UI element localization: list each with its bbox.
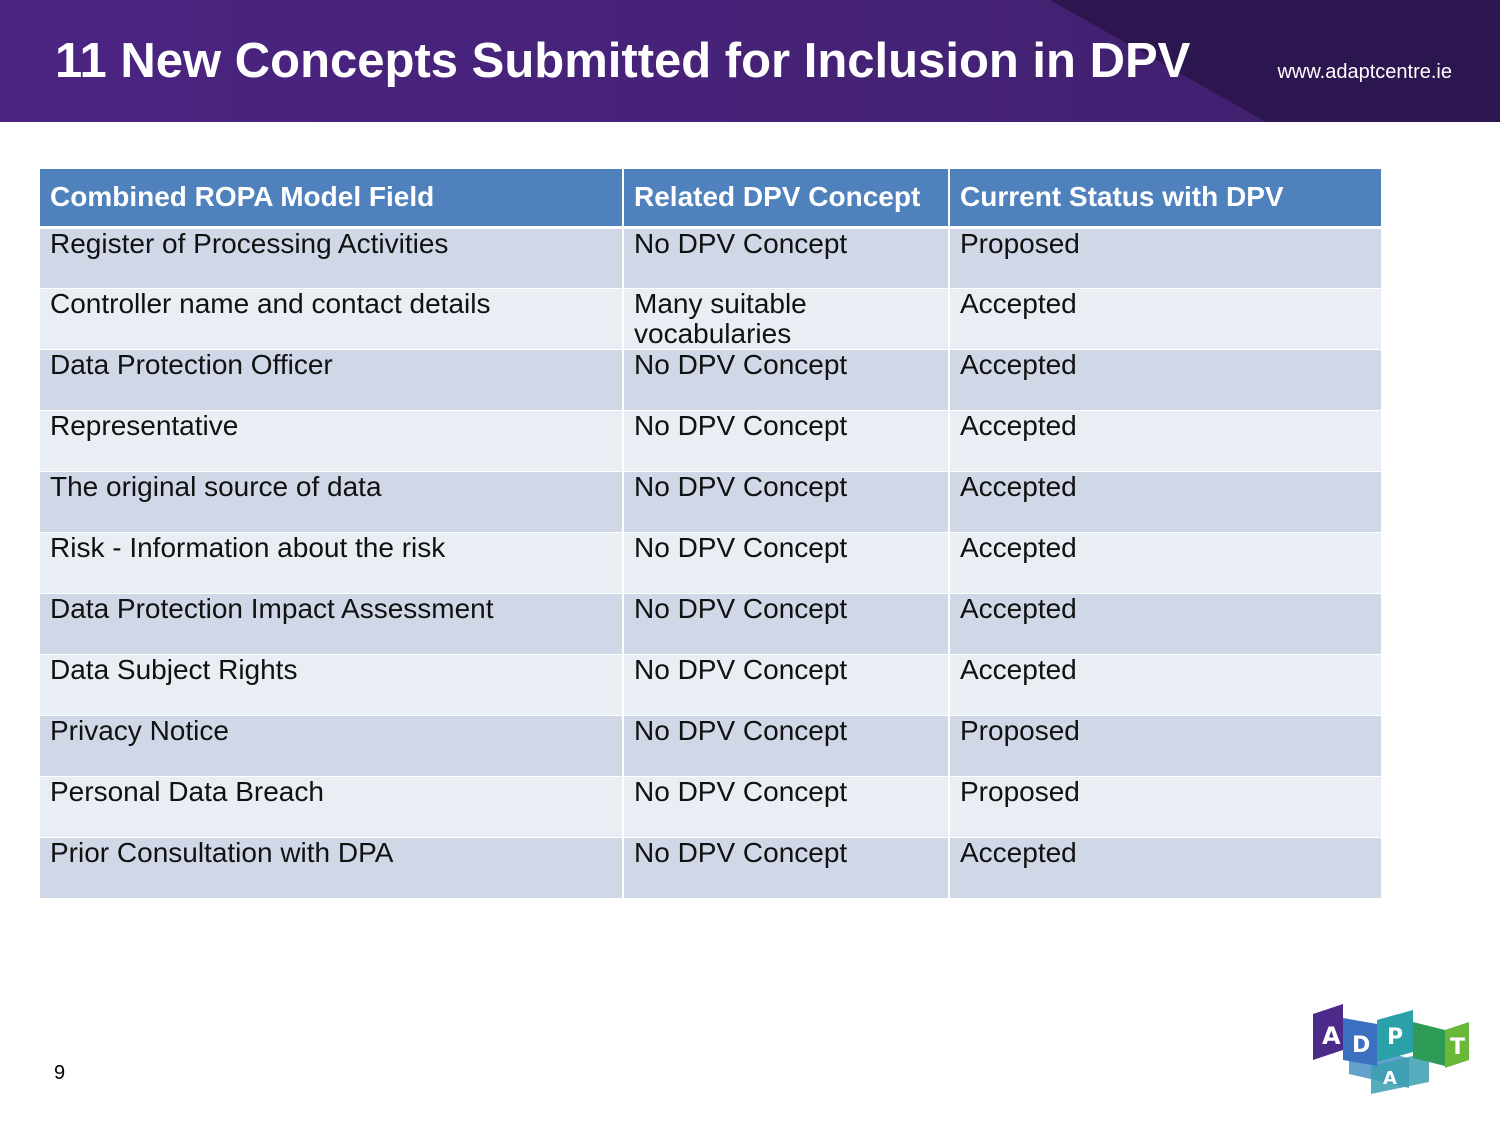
table-row: Representative No DPV Concept Accepted (40, 410, 1381, 472)
concepts-table: Combined ROPA Model Field Related DPV Co… (40, 169, 1381, 899)
table-row: Personal Data Breach No DPV Concept Prop… (40, 776, 1381, 838)
cell-ropa-field: Risk - Information about the risk (40, 532, 624, 594)
page-number: 9 (54, 1062, 66, 1084)
table-row: Risk - Information about the risk No DPV… (40, 532, 1381, 594)
table-header-row: Combined ROPA Model Field Related DPV Co… (40, 169, 1381, 229)
cell-dpv-concept: No DPV Concept (623, 776, 950, 838)
logo-letter-a2: A (1383, 1068, 1397, 1089)
cell-status: Accepted (949, 349, 1381, 411)
cell-dpv-concept: No DPV Concept (623, 349, 950, 411)
slide-header: 11 New Concepts Submitted for Inclusion … (0, 0, 1500, 122)
table-row: Data Protection Officer No DPV Concept A… (40, 349, 1381, 411)
logo-letter-a: A (1322, 1022, 1341, 1050)
cell-ropa-field: Data Protection Impact Assessment (40, 593, 624, 655)
column-header-status: Current Status with DPV (949, 169, 1381, 229)
table-row: The original source of data No DPV Conce… (40, 471, 1381, 533)
cell-ropa-field: Privacy Notice (40, 715, 624, 777)
column-header-ropa-field: Combined ROPA Model Field (40, 169, 624, 229)
logo-letter-d: D (1352, 1033, 1370, 1058)
table-row: Prior Consultation with DPA No DPV Conce… (40, 837, 1381, 899)
cell-dpv-concept: No DPV Concept (623, 227, 950, 289)
table-row: Data Protection Impact Assessment No DPV… (40, 593, 1381, 655)
website-url: www.adaptcentre.ie (1277, 61, 1452, 83)
cell-ropa-field: Representative (40, 410, 624, 472)
cell-dpv-concept: No DPV Concept (623, 410, 950, 472)
cell-status: Accepted (949, 288, 1381, 350)
table-row: Data Subject Rights No DPV Concept Accep… (40, 654, 1381, 716)
slide-title: 11 New Concepts Submitted for Inclusion … (55, 34, 1191, 88)
cell-ropa-field: The original source of data (40, 471, 624, 533)
table-row: Privacy Notice No DPV Concept Proposed (40, 715, 1381, 777)
cell-dpv-concept: No DPV Concept (623, 837, 950, 899)
cell-ropa-field: Prior Consultation with DPA (40, 837, 624, 899)
cell-ropa-field: Data Protection Officer (40, 349, 624, 411)
logo-letter-t: T (1450, 1035, 1465, 1060)
cell-status: Accepted (949, 532, 1381, 594)
cell-status: Proposed (949, 715, 1381, 777)
cell-status: Accepted (949, 593, 1381, 655)
cell-status: Accepted (949, 471, 1381, 533)
cell-dpv-concept: No DPV Concept (623, 654, 950, 716)
cell-ropa-field: Controller name and contact details (40, 288, 624, 350)
table-row: Controller name and contact details Many… (40, 288, 1381, 350)
cell-dpv-concept: No DPV Concept (623, 593, 950, 655)
cell-ropa-field: Personal Data Breach (40, 776, 624, 838)
cell-dpv-concept: No DPV Concept (623, 715, 950, 777)
table-row: Register of Processing Activities No DPV… (40, 227, 1381, 289)
cell-status: Accepted (949, 654, 1381, 716)
cell-dpv-concept: No DPV Concept (623, 471, 950, 533)
logo-letter-p: P (1387, 1025, 1403, 1050)
cell-ropa-field: Data Subject Rights (40, 654, 624, 716)
cell-status: Accepted (949, 410, 1381, 472)
cell-ropa-field: Register of Processing Activities (40, 227, 624, 289)
cell-status: Proposed (949, 776, 1381, 838)
cell-dpv-concept: Many suitable vocabularies (623, 288, 950, 350)
cell-dpv-concept: No DPV Concept (623, 532, 950, 594)
cell-status: Proposed (949, 227, 1381, 289)
column-header-dpv-concept: Related DPV Concept (623, 169, 950, 229)
adapt-logo-icon: A D P A T (1313, 1004, 1469, 1094)
cell-status: Accepted (949, 837, 1381, 899)
